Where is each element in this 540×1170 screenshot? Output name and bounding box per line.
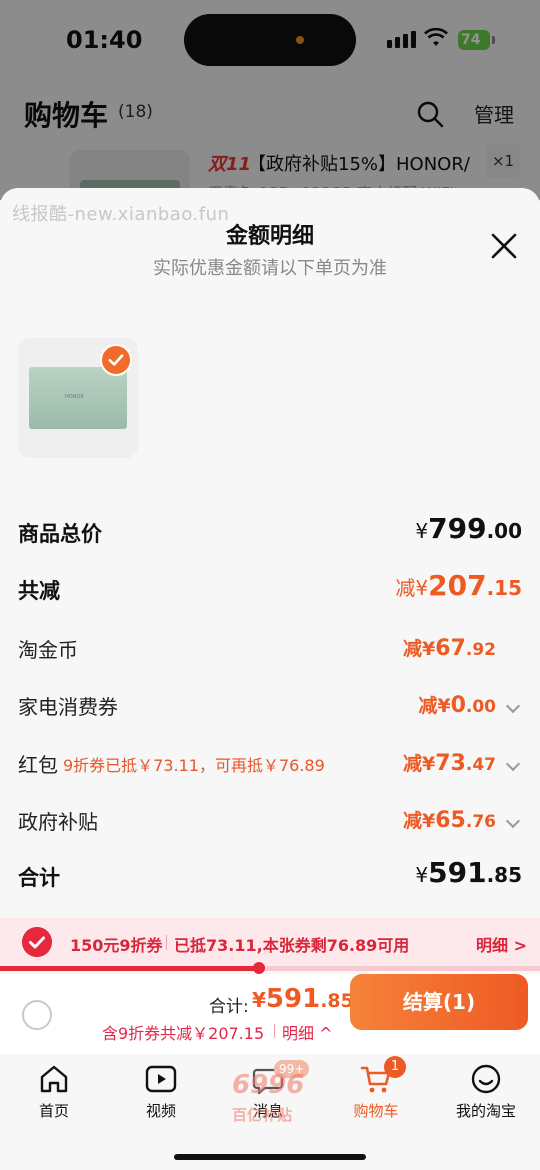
- coupon-detail-link[interactable]: 明细 >: [476, 932, 527, 956]
- coupon-progress-bar: [0, 962, 540, 974]
- tab-label: 首页: [38, 1102, 69, 1120]
- row-appliance-coupon[interactable]: 家电消费券 减¥0.00: [18, 685, 522, 725]
- chevron-down-icon[interactable]: [505, 698, 521, 714]
- sheet-subtitle: 实际优惠金额请以下单页为准: [153, 258, 387, 279]
- tab-label: 消息: [252, 1102, 283, 1120]
- cart-badge: 1: [384, 1056, 406, 1078]
- tab-message[interactable]: 99+ 消息: [218, 1060, 318, 1126]
- row-value: ¥799.00: [415, 512, 522, 545]
- checkout-button[interactable]: 结算(1): [350, 974, 528, 1030]
- row-red-packet[interactable]: 红包 9折券已抵￥73.11，可再抵￥76.89 减¥73.47: [18, 743, 522, 783]
- row-value: 减¥207.15: [395, 569, 522, 602]
- selected-check-icon[interactable]: [100, 344, 132, 376]
- row-label: 政府补贴: [18, 810, 98, 834]
- video-icon: [145, 1065, 177, 1093]
- coupon-name: 150元9折券: [70, 936, 163, 955]
- red-packet-note: 9折券已抵￥73.11，可再抵￥76.89: [63, 756, 325, 775]
- total-discount-text: 含9折券共减￥207.15: [102, 1024, 265, 1043]
- amount-detail-sheet: 线报酷-new.xianbao.fun 金额明细 实际优惠金额请以下单页为准 H…: [0, 188, 540, 1170]
- tab-label: 视频: [145, 1102, 176, 1120]
- row-label: 商品总价: [18, 522, 102, 546]
- tab-video[interactable]: 视频: [111, 1062, 211, 1126]
- divider: [166, 935, 167, 950]
- home-icon: [40, 1065, 68, 1093]
- row-gov-subsidy[interactable]: 政府补贴 减¥65.76: [18, 800, 522, 840]
- tab-label: 购物车: [353, 1102, 399, 1120]
- profile-icon: [471, 1064, 501, 1094]
- coupon-info: 已抵73.11,本张券剩76.89可用: [174, 936, 410, 955]
- row-goods-total: 商品总价 ¥799.00: [18, 512, 522, 552]
- coupon-progress-knob: [253, 962, 266, 974]
- tab-my-taobao[interactable]: 我的淘宝: [436, 1062, 536, 1126]
- checkout-bar: 合计: ¥591.85 含9折券共减￥207.15 明细 ^ 结算(1): [0, 974, 540, 1054]
- laptop-image: HONOR: [29, 367, 127, 429]
- row-value: ¥591.85: [415, 856, 522, 889]
- row-value: 减¥73.47: [403, 751, 496, 776]
- row-label: 合计: [18, 866, 60, 890]
- divider: [274, 1024, 275, 1038]
- sheet-title: 金额明细: [225, 224, 314, 249]
- row-label: 红包: [18, 753, 58, 777]
- message-badge: 99+: [274, 1060, 310, 1078]
- coupon-check-icon[interactable]: [22, 927, 52, 957]
- chevron-down-icon[interactable]: [505, 813, 521, 829]
- bottom-tab-bar: 首页 视频 99+ 消息 1 购物车 我的淘宝 6996 百亿补贴: [0, 1054, 540, 1170]
- row-value: 减¥67.92: [403, 636, 496, 661]
- dim-overlay[interactable]: [0, 0, 540, 200]
- laptop-logo: HONOR: [65, 394, 84, 400]
- total-label: 合计:: [209, 997, 249, 1017]
- select-all-radio[interactable]: [22, 1000, 52, 1030]
- total-value: ¥591.85: [252, 984, 354, 1014]
- row-taojinbi: 淘金币 减¥67.92: [18, 628, 522, 668]
- row-total-discount: 共减 减¥207.15: [18, 569, 522, 609]
- chevron-down-icon[interactable]: [505, 756, 521, 772]
- home-indicator: [174, 1154, 366, 1160]
- tab-cart[interactable]: 1 购物车: [326, 1056, 426, 1126]
- row-label: 淘金币: [18, 638, 78, 662]
- row-value: 减¥65.76: [403, 808, 496, 833]
- product-thumbnail[interactable]: HONOR: [18, 338, 138, 458]
- coupon-progress-fill: [0, 966, 260, 971]
- tab-home[interactable]: 首页: [4, 1062, 104, 1126]
- row-label: 共减: [18, 579, 60, 603]
- row-value: 减¥0.00: [418, 693, 496, 718]
- row-label: 家电消费券: [18, 695, 118, 719]
- row-sum: 合计 ¥591.85: [18, 856, 522, 896]
- tab-label: 我的淘宝: [455, 1102, 516, 1120]
- close-icon[interactable]: [488, 230, 520, 262]
- coupon-bar[interactable]: 150元9折券 已抵73.11,本张券剩76.89可用 明细 >: [0, 918, 540, 968]
- total-detail-link[interactable]: 明细 ^: [282, 1020, 333, 1044]
